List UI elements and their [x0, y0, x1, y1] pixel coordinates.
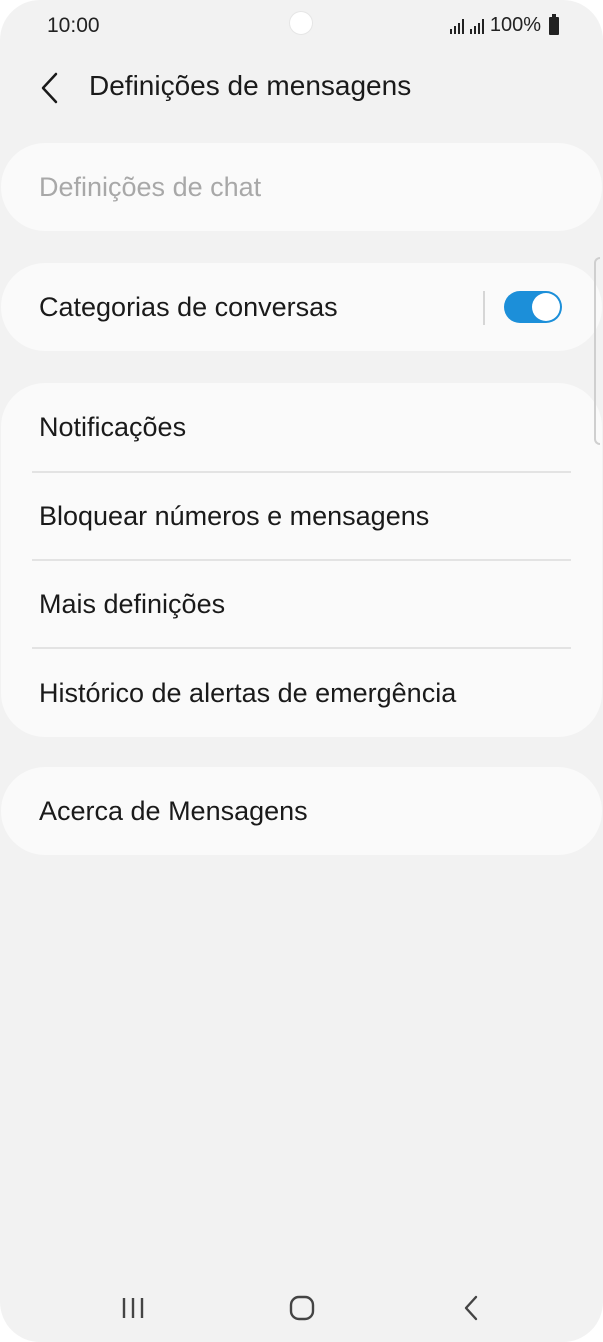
- list-item-label: Notificações: [39, 411, 187, 442]
- battery-icon: [549, 13, 559, 35]
- nav-back-button[interactable]: [446, 1290, 496, 1326]
- list-item-label: Histórico de alertas de emergência: [39, 677, 457, 708]
- page-title: Definições de mensagens: [89, 70, 412, 101]
- signal-icon: [449, 18, 464, 34]
- categories-item[interactable]: Categorias de conversas: [1, 263, 602, 351]
- chat-settings-item: Definições de chat: [1, 143, 602, 231]
- battery-percent: 100%: [489, 14, 541, 36]
- toggle-separator: [483, 291, 485, 325]
- phone-screen: 10:00 100% Definições de mensagens Defin…: [0, 0, 603, 1342]
- list-item-about-messages[interactable]: Acerca de Mensagens: [1, 767, 602, 855]
- signal-icon: [469, 18, 484, 34]
- settings-list-card: Notificações Bloquear números e mensagen…: [1, 383, 602, 737]
- back-icon: [464, 1295, 478, 1321]
- chat-settings-card: Definições de chat: [1, 143, 602, 231]
- chevron-left-icon: [41, 72, 58, 104]
- status-icons: 100%: [449, 13, 559, 37]
- list-item-notifications[interactable]: Notificações: [1, 383, 602, 471]
- status-bar: 10:00 100%: [0, 0, 603, 52]
- status-time: 10:00: [47, 14, 100, 37]
- list-item-label: Bloquear números e mensagens: [39, 500, 430, 531]
- list-item-emergency-alerts-history[interactable]: Histórico de alertas de emergência: [1, 649, 602, 737]
- scroll-indicator[interactable]: [594, 257, 600, 445]
- navigation-bar: [0, 1272, 603, 1342]
- recent-apps-button[interactable]: [108, 1290, 158, 1326]
- categories-toggle[interactable]: [504, 291, 562, 323]
- home-button[interactable]: [277, 1290, 327, 1326]
- recent-apps-icon: [122, 1298, 144, 1318]
- camera-cutout: [290, 12, 312, 34]
- list-item-more-settings[interactable]: Mais definições: [1, 561, 602, 647]
- back-button[interactable]: [30, 66, 70, 110]
- categories-label: Categorias de conversas: [39, 291, 338, 322]
- about-card: Acerca de Mensagens: [1, 767, 602, 855]
- list-item-label: Mais definições: [39, 588, 226, 619]
- chat-settings-label: Definições de chat: [39, 171, 262, 202]
- list-item-block-numbers[interactable]: Bloquear números e mensagens: [1, 473, 602, 559]
- about-label: Acerca de Mensagens: [39, 795, 308, 826]
- app-header: Definições de mensagens: [0, 60, 603, 116]
- toggle-knob: [532, 293, 560, 321]
- home-icon: [289, 1295, 315, 1321]
- categories-card: Categorias de conversas: [1, 263, 602, 351]
